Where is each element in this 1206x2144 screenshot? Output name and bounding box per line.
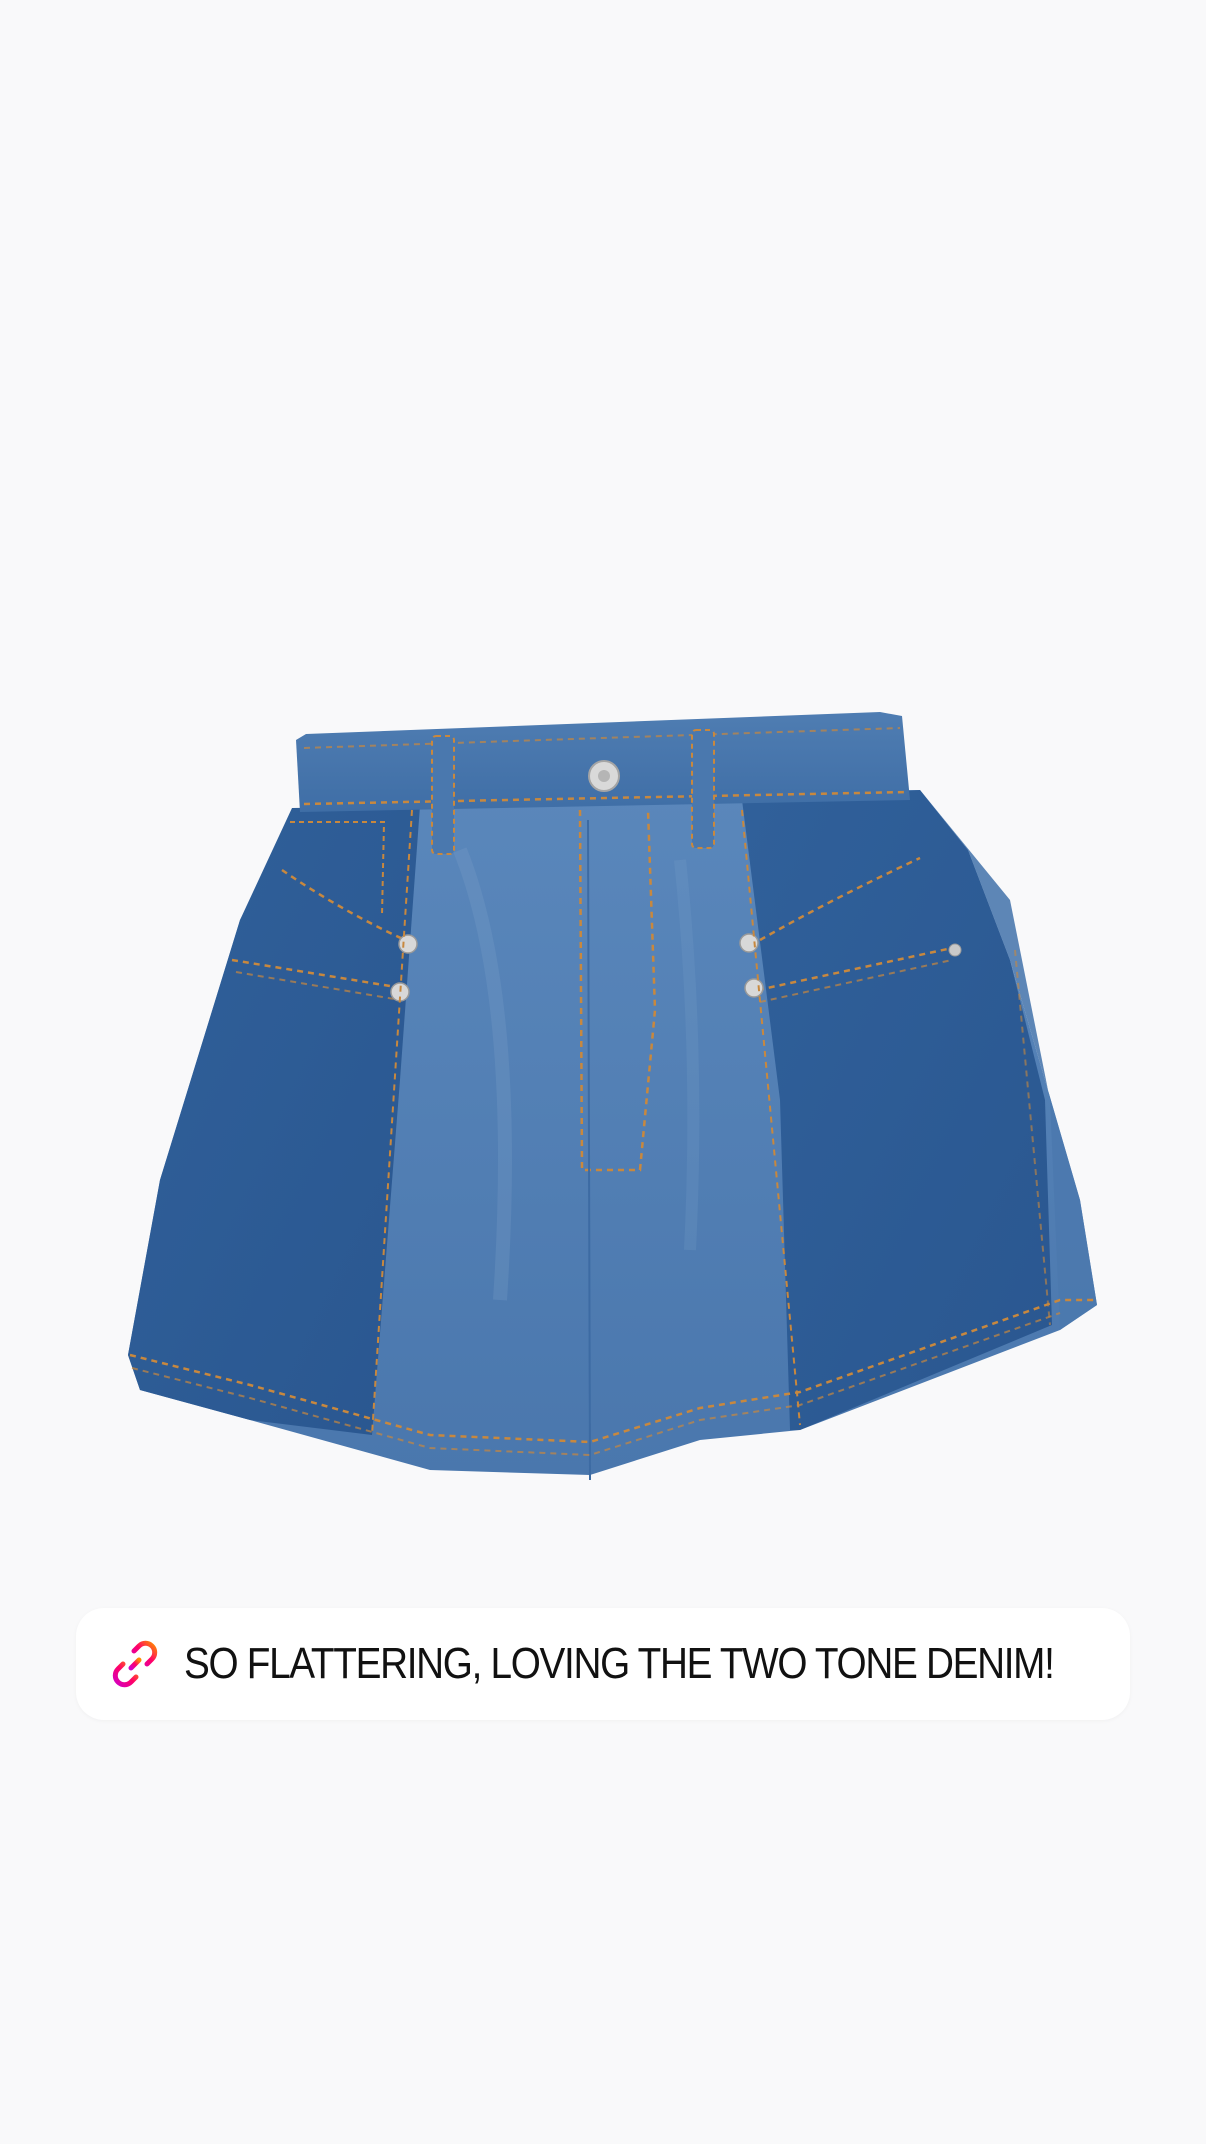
link-sticker[interactable]: SO FLATTERING, LOVING THE TWO TONE DENIM… [76,1608,1130,1720]
link-icon [112,1640,158,1688]
link-sticker-label: SO FLATTERING, LOVING THE TWO TONE DENIM… [184,1639,1055,1688]
story-frame: SO FLATTERING, LOVING THE TWO TONE DENIM… [0,0,1206,2144]
product-image [128,712,1097,1481]
